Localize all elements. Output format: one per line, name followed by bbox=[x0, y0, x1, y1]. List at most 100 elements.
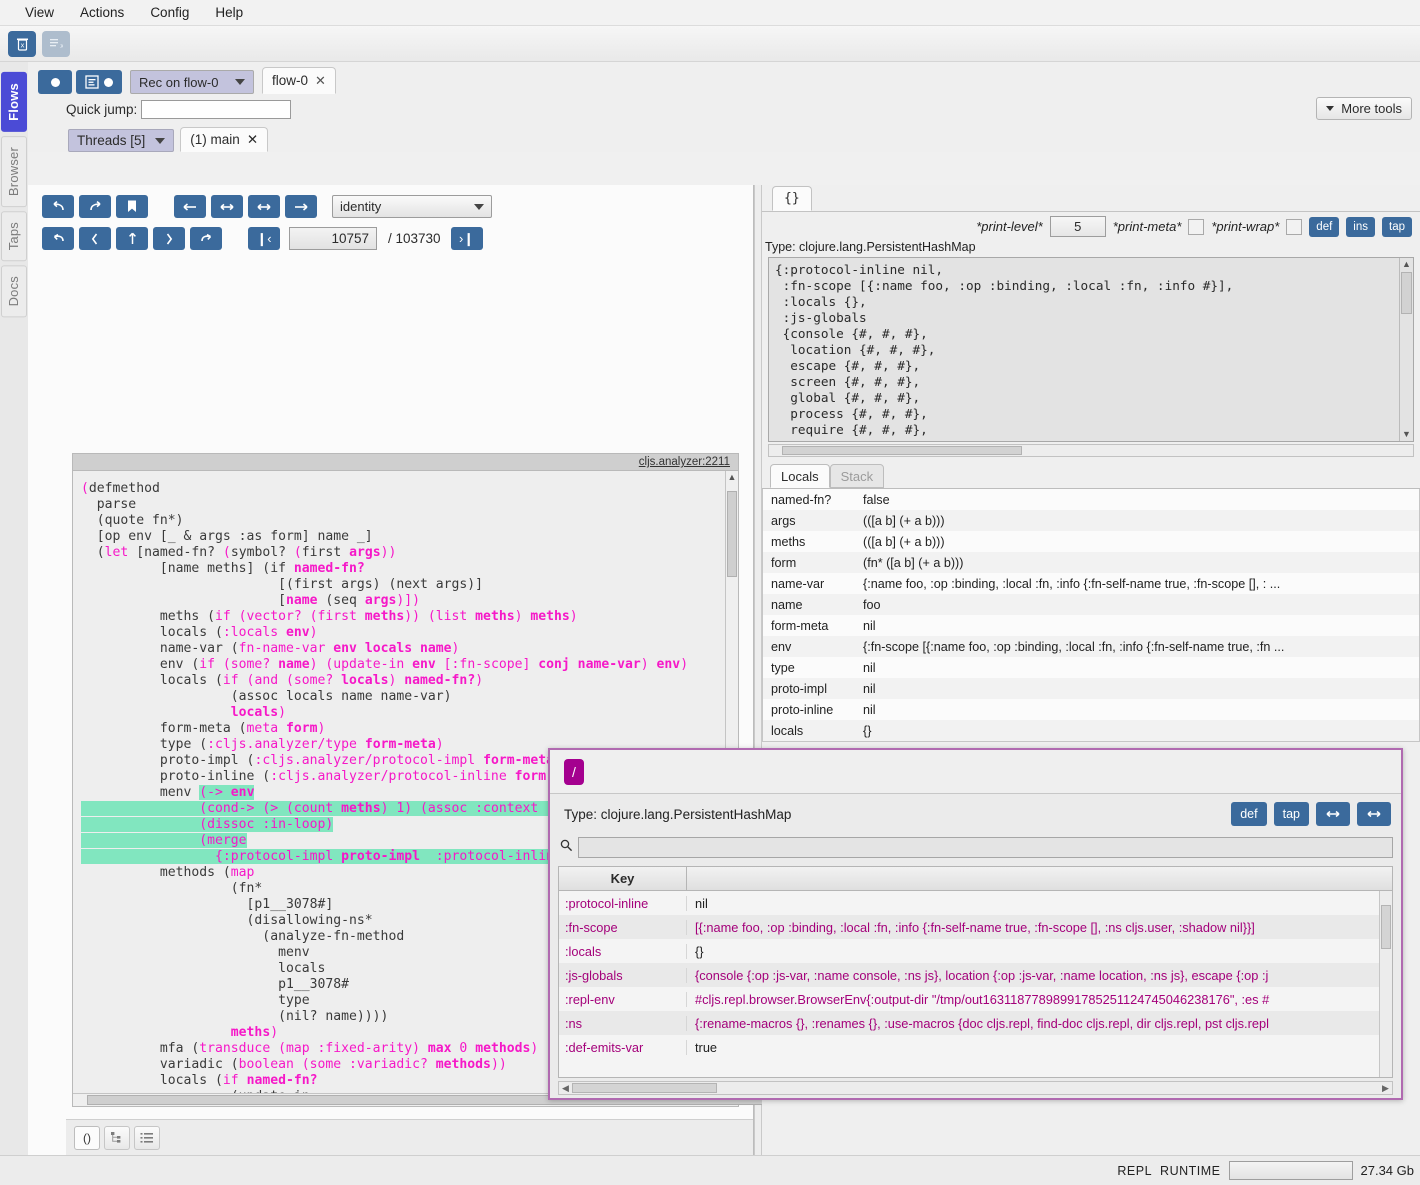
rail-tab-docs[interactable]: Docs bbox=[1, 265, 27, 318]
tap-button[interactable]: tap bbox=[1382, 216, 1412, 237]
scrollbar-thumb[interactable] bbox=[1401, 272, 1412, 314]
rail-tab-flows[interactable]: Flows bbox=[1, 72, 27, 132]
redo-icon[interactable] bbox=[79, 195, 111, 218]
code-token: form-meta bbox=[483, 753, 555, 768]
record-dot-icon[interactable] bbox=[38, 70, 72, 94]
threads-selector[interactable]: Threads [5] bbox=[68, 129, 175, 152]
rail-tab-taps[interactable]: Taps bbox=[1, 210, 27, 262]
table-row[interactable]: :ns {:rename-macros {}, :renames {}, :use… bbox=[559, 1011, 1392, 1035]
more-tools-button[interactable]: More tools bbox=[1316, 97, 1412, 120]
rail-tab-browser[interactable]: Browser bbox=[1, 135, 27, 207]
print-level-input[interactable]: 5 bbox=[1049, 216, 1106, 237]
code-token: form-meta ( bbox=[81, 721, 247, 736]
menu-bar: View Actions Config Help bbox=[0, 0, 1420, 26]
menu-item-help[interactable]: Help bbox=[202, 2, 256, 23]
thread-tab-main[interactable]: (1) main ✕ bbox=[180, 127, 269, 152]
dialog-def-button[interactable]: def bbox=[1231, 802, 1267, 826]
current-step-input[interactable]: 10757 bbox=[289, 227, 377, 250]
record-form-icon[interactable] bbox=[76, 70, 122, 94]
forward-icon[interactable] bbox=[190, 227, 222, 250]
close-icon[interactable]: ✕ bbox=[315, 73, 326, 89]
code-token: {:protocol-impl bbox=[215, 849, 342, 864]
locals-row[interactable]: proto-impl nil bbox=[763, 678, 1419, 699]
code-token: env bbox=[656, 657, 681, 672]
step-next-icon[interactable] bbox=[248, 195, 280, 218]
ins-button[interactable]: ins bbox=[1346, 216, 1375, 237]
trash-icon[interactable]: x bbox=[8, 30, 36, 57]
step-prev-icon[interactable] bbox=[211, 195, 243, 218]
dialog-search-input[interactable] bbox=[578, 836, 1393, 858]
print-meta-checkbox[interactable] bbox=[1188, 218, 1205, 235]
locals-row[interactable]: name-var {:name foo, :op :binding, :local… bbox=[763, 573, 1419, 594]
locals-row[interactable]: args (([a b] (+ a b))) bbox=[763, 510, 1419, 531]
next-icon[interactable] bbox=[153, 227, 185, 250]
tab-stack[interactable]: Stack bbox=[829, 464, 885, 488]
list-icon[interactable] bbox=[134, 1125, 160, 1150]
table-row[interactable]: :def-emits-var true bbox=[559, 1035, 1392, 1059]
tree-icon[interactable] bbox=[104, 1125, 130, 1150]
locals-row[interactable]: name foo bbox=[763, 594, 1419, 615]
scroll-left-icon[interactable]: ◀ bbox=[559, 1082, 572, 1094]
code-token bbox=[81, 849, 216, 864]
code-token: (-> bbox=[199, 785, 231, 800]
step-next-over-icon[interactable] bbox=[285, 195, 317, 218]
flow-tab-flow-0[interactable]: flow-0 ✕ bbox=[262, 67, 336, 94]
menu-item-view[interactable]: View bbox=[12, 2, 67, 23]
table-row[interactable]: :fn-scope [{:name foo, :op :binding, :loc… bbox=[559, 915, 1392, 939]
scrollbar-thumb[interactable] bbox=[727, 491, 737, 577]
locals-row[interactable]: form (fn* ([a b] (+ a b))) bbox=[763, 552, 1419, 573]
quick-jump-input[interactable] bbox=[141, 99, 292, 119]
scroll-down-icon[interactable]: ▼ bbox=[1400, 428, 1413, 441]
table-row[interactable]: :js-globals {console {:op :js-var, :name … bbox=[559, 963, 1392, 987]
inspector-value-text[interactable]: {:protocol-inline nil, :fn-scope [{:name… bbox=[769, 258, 1399, 441]
prev-value-icon[interactable] bbox=[1316, 802, 1350, 826]
inspector-tab-map[interactable]: {} bbox=[772, 186, 812, 211]
locals-row[interactable]: locals {} bbox=[763, 720, 1419, 741]
memory-usage-bar[interactable] bbox=[1228, 1161, 1353, 1180]
dialog-horizontal-scrollbar[interactable]: ◀ ▶ bbox=[558, 1081, 1393, 1095]
inspector-vertical-scrollbar[interactable]: ▲ ▼ bbox=[1399, 258, 1413, 441]
last-step-button[interactable]: ›❙ bbox=[450, 227, 483, 250]
locals-row[interactable]: type nil bbox=[763, 657, 1419, 678]
close-icon[interactable]: ✕ bbox=[247, 132, 258, 148]
dialog-tap-button[interactable]: tap bbox=[1273, 802, 1309, 826]
table-row[interactable]: :repl-env #cljs.repl.browser.BrowserEnv{:… bbox=[559, 987, 1392, 1011]
menu-item-actions[interactable]: Actions bbox=[67, 2, 137, 23]
column-header-key[interactable]: Key bbox=[559, 867, 687, 890]
first-step-button[interactable]: ❙‹ bbox=[248, 227, 280, 250]
table-row[interactable]: :protocol-inline nil bbox=[559, 891, 1392, 915]
rewind-icon[interactable] bbox=[42, 227, 74, 250]
locals-row[interactable]: form-meta nil bbox=[763, 615, 1419, 636]
prev-icon[interactable] bbox=[79, 227, 111, 250]
clear-list-icon[interactable]: x bbox=[42, 30, 70, 57]
recording-flow-selector[interactable]: Rec on flow-0 bbox=[130, 70, 254, 94]
scroll-up-icon[interactable]: ▲ bbox=[1400, 258, 1413, 271]
scroll-up-icon[interactable]: ▲ bbox=[726, 471, 738, 484]
undo-icon[interactable] bbox=[42, 195, 74, 218]
breadcrumb[interactable]: / bbox=[564, 758, 584, 785]
bookmark-icon[interactable] bbox=[116, 195, 148, 218]
identity-selector[interactable]: identity bbox=[332, 195, 492, 218]
dialog-table-vertical-scrollbar[interactable] bbox=[1379, 891, 1392, 1077]
source-reference[interactable]: cljs.analyzer:2211 bbox=[73, 454, 738, 471]
locals-row[interactable]: meths (([a b] (+ a b))) bbox=[763, 531, 1419, 552]
print-wrap-checkbox[interactable] bbox=[1286, 218, 1303, 235]
step-prev-over-icon[interactable] bbox=[174, 195, 206, 218]
next-value-icon[interactable] bbox=[1357, 802, 1391, 826]
column-header-value[interactable] bbox=[687, 867, 1392, 890]
scrollbar-thumb[interactable] bbox=[572, 1083, 717, 1093]
def-button[interactable]: def bbox=[1309, 216, 1340, 237]
scrollbar-thumb[interactable] bbox=[1381, 905, 1391, 949]
tab-locals[interactable]: Locals bbox=[770, 464, 830, 488]
menu-item-config[interactable]: Config bbox=[137, 2, 202, 23]
inspector-horizontal-scrollbar[interactable] bbox=[768, 444, 1414, 457]
scrollbar-thumb[interactable] bbox=[782, 446, 1022, 455]
locals-row[interactable]: env {:fn-scope [{:name foo, :op :binding,… bbox=[763, 636, 1419, 657]
step-out-icon[interactable] bbox=[116, 227, 148, 250]
locals-row[interactable]: named-fn? false bbox=[763, 489, 1419, 510]
locals-row[interactable]: proto-inline nil bbox=[763, 699, 1419, 720]
parens-view-button[interactable]: () bbox=[74, 1125, 100, 1150]
locals-row-value: {:fn-scope [{:name foo, :op :binding, :l… bbox=[863, 639, 1285, 654]
table-row[interactable]: :locals {} bbox=[559, 939, 1392, 963]
scroll-right-icon[interactable]: ▶ bbox=[1379, 1082, 1392, 1094]
